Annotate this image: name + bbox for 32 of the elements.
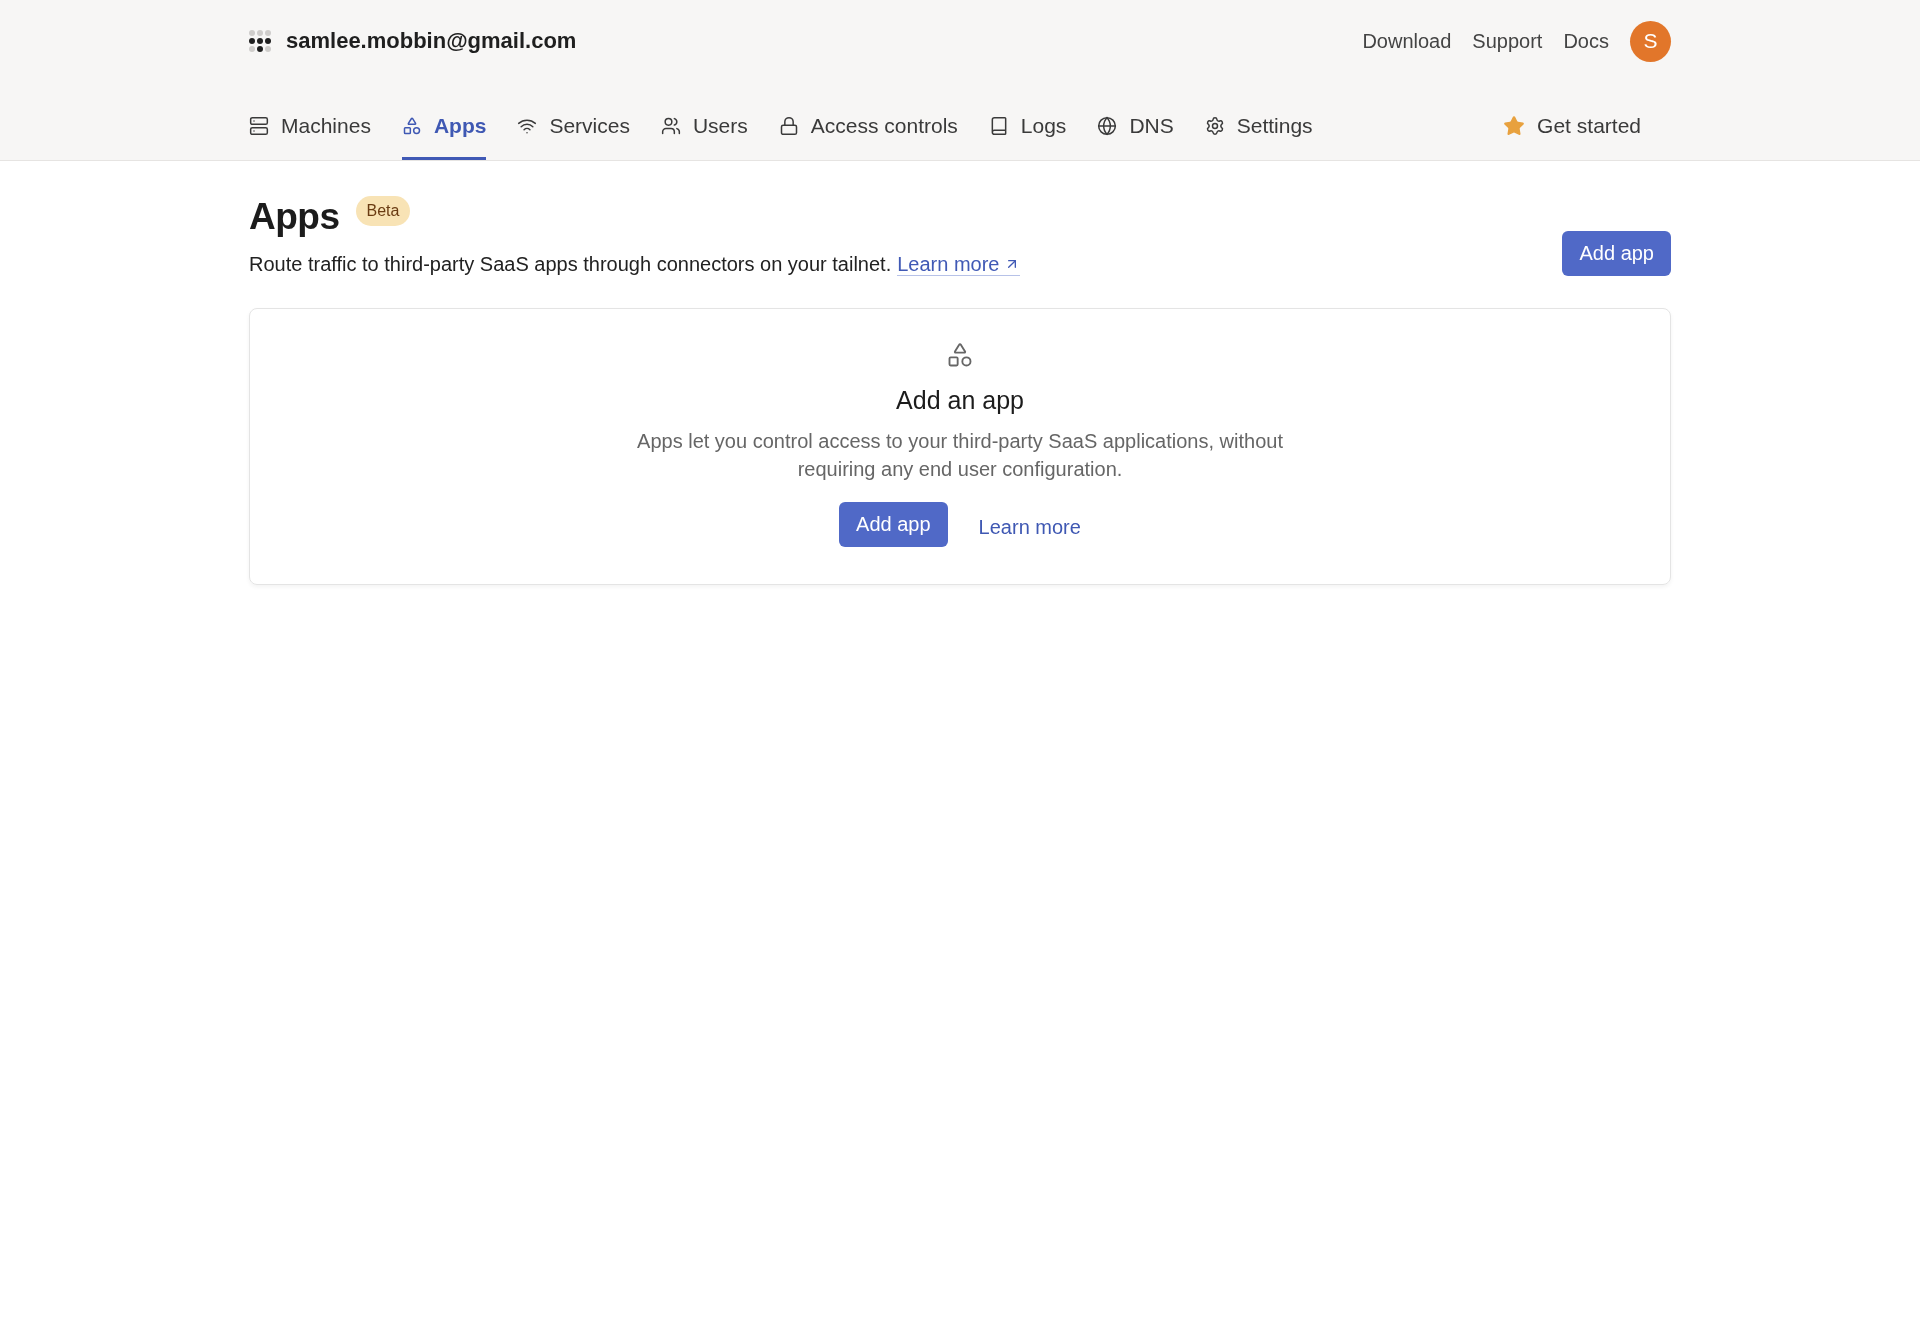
wifi-icon [517, 116, 538, 136]
nav-tab[interactable]: Access controls [778, 92, 958, 160]
empty-state-title: Add an app [896, 385, 1024, 416]
header-link[interactable]: Docs [1563, 29, 1609, 53]
add-app-button[interactable]: Add app [839, 502, 948, 547]
header-link[interactable]: Support [1472, 29, 1543, 53]
empty-state-description: Apps let you control access to your third-party SaaS applications, without requiring any end user configuration. [636, 429, 1284, 482]
logo-icon [249, 30, 271, 52]
globe-icon [1097, 116, 1118, 136]
learn-more-link[interactable]: Learn more [978, 515, 1081, 539]
header-link[interactable]: Download [1362, 29, 1452, 53]
nav-tab[interactable]: Users [660, 92, 748, 160]
page-title: Apps [249, 195, 340, 239]
beta-badge: Beta [355, 196, 411, 226]
server-icon [249, 116, 269, 136]
nav-tab[interactable]: Services [517, 92, 630, 160]
account-email: samlee.mobbin@gmail.com [286, 28, 577, 54]
nav-tab[interactable]: Apps [401, 92, 487, 160]
nav-tab[interactable]: Settings [1204, 92, 1313, 160]
page-description: Route traffic to third-party SaaS apps through connectors on your tailnet. [249, 252, 892, 276]
learn-more-link[interactable]: Learn more [897, 253, 1020, 276]
shapes-icon [401, 116, 422, 136]
lock-icon [778, 116, 799, 136]
add-app-button[interactable]: Add app [1562, 231, 1671, 276]
nav-tab[interactable]: Machines [249, 92, 371, 160]
users-icon [660, 116, 681, 136]
nav-tab[interactable]: DNS [1097, 92, 1174, 160]
settings-icon [1204, 116, 1225, 136]
nav-tab[interactable]: Logs [988, 92, 1067, 160]
get-started-link[interactable]: Get started [1503, 92, 1641, 160]
shapes-icon [946, 341, 974, 369]
star-icon [1503, 115, 1526, 137]
